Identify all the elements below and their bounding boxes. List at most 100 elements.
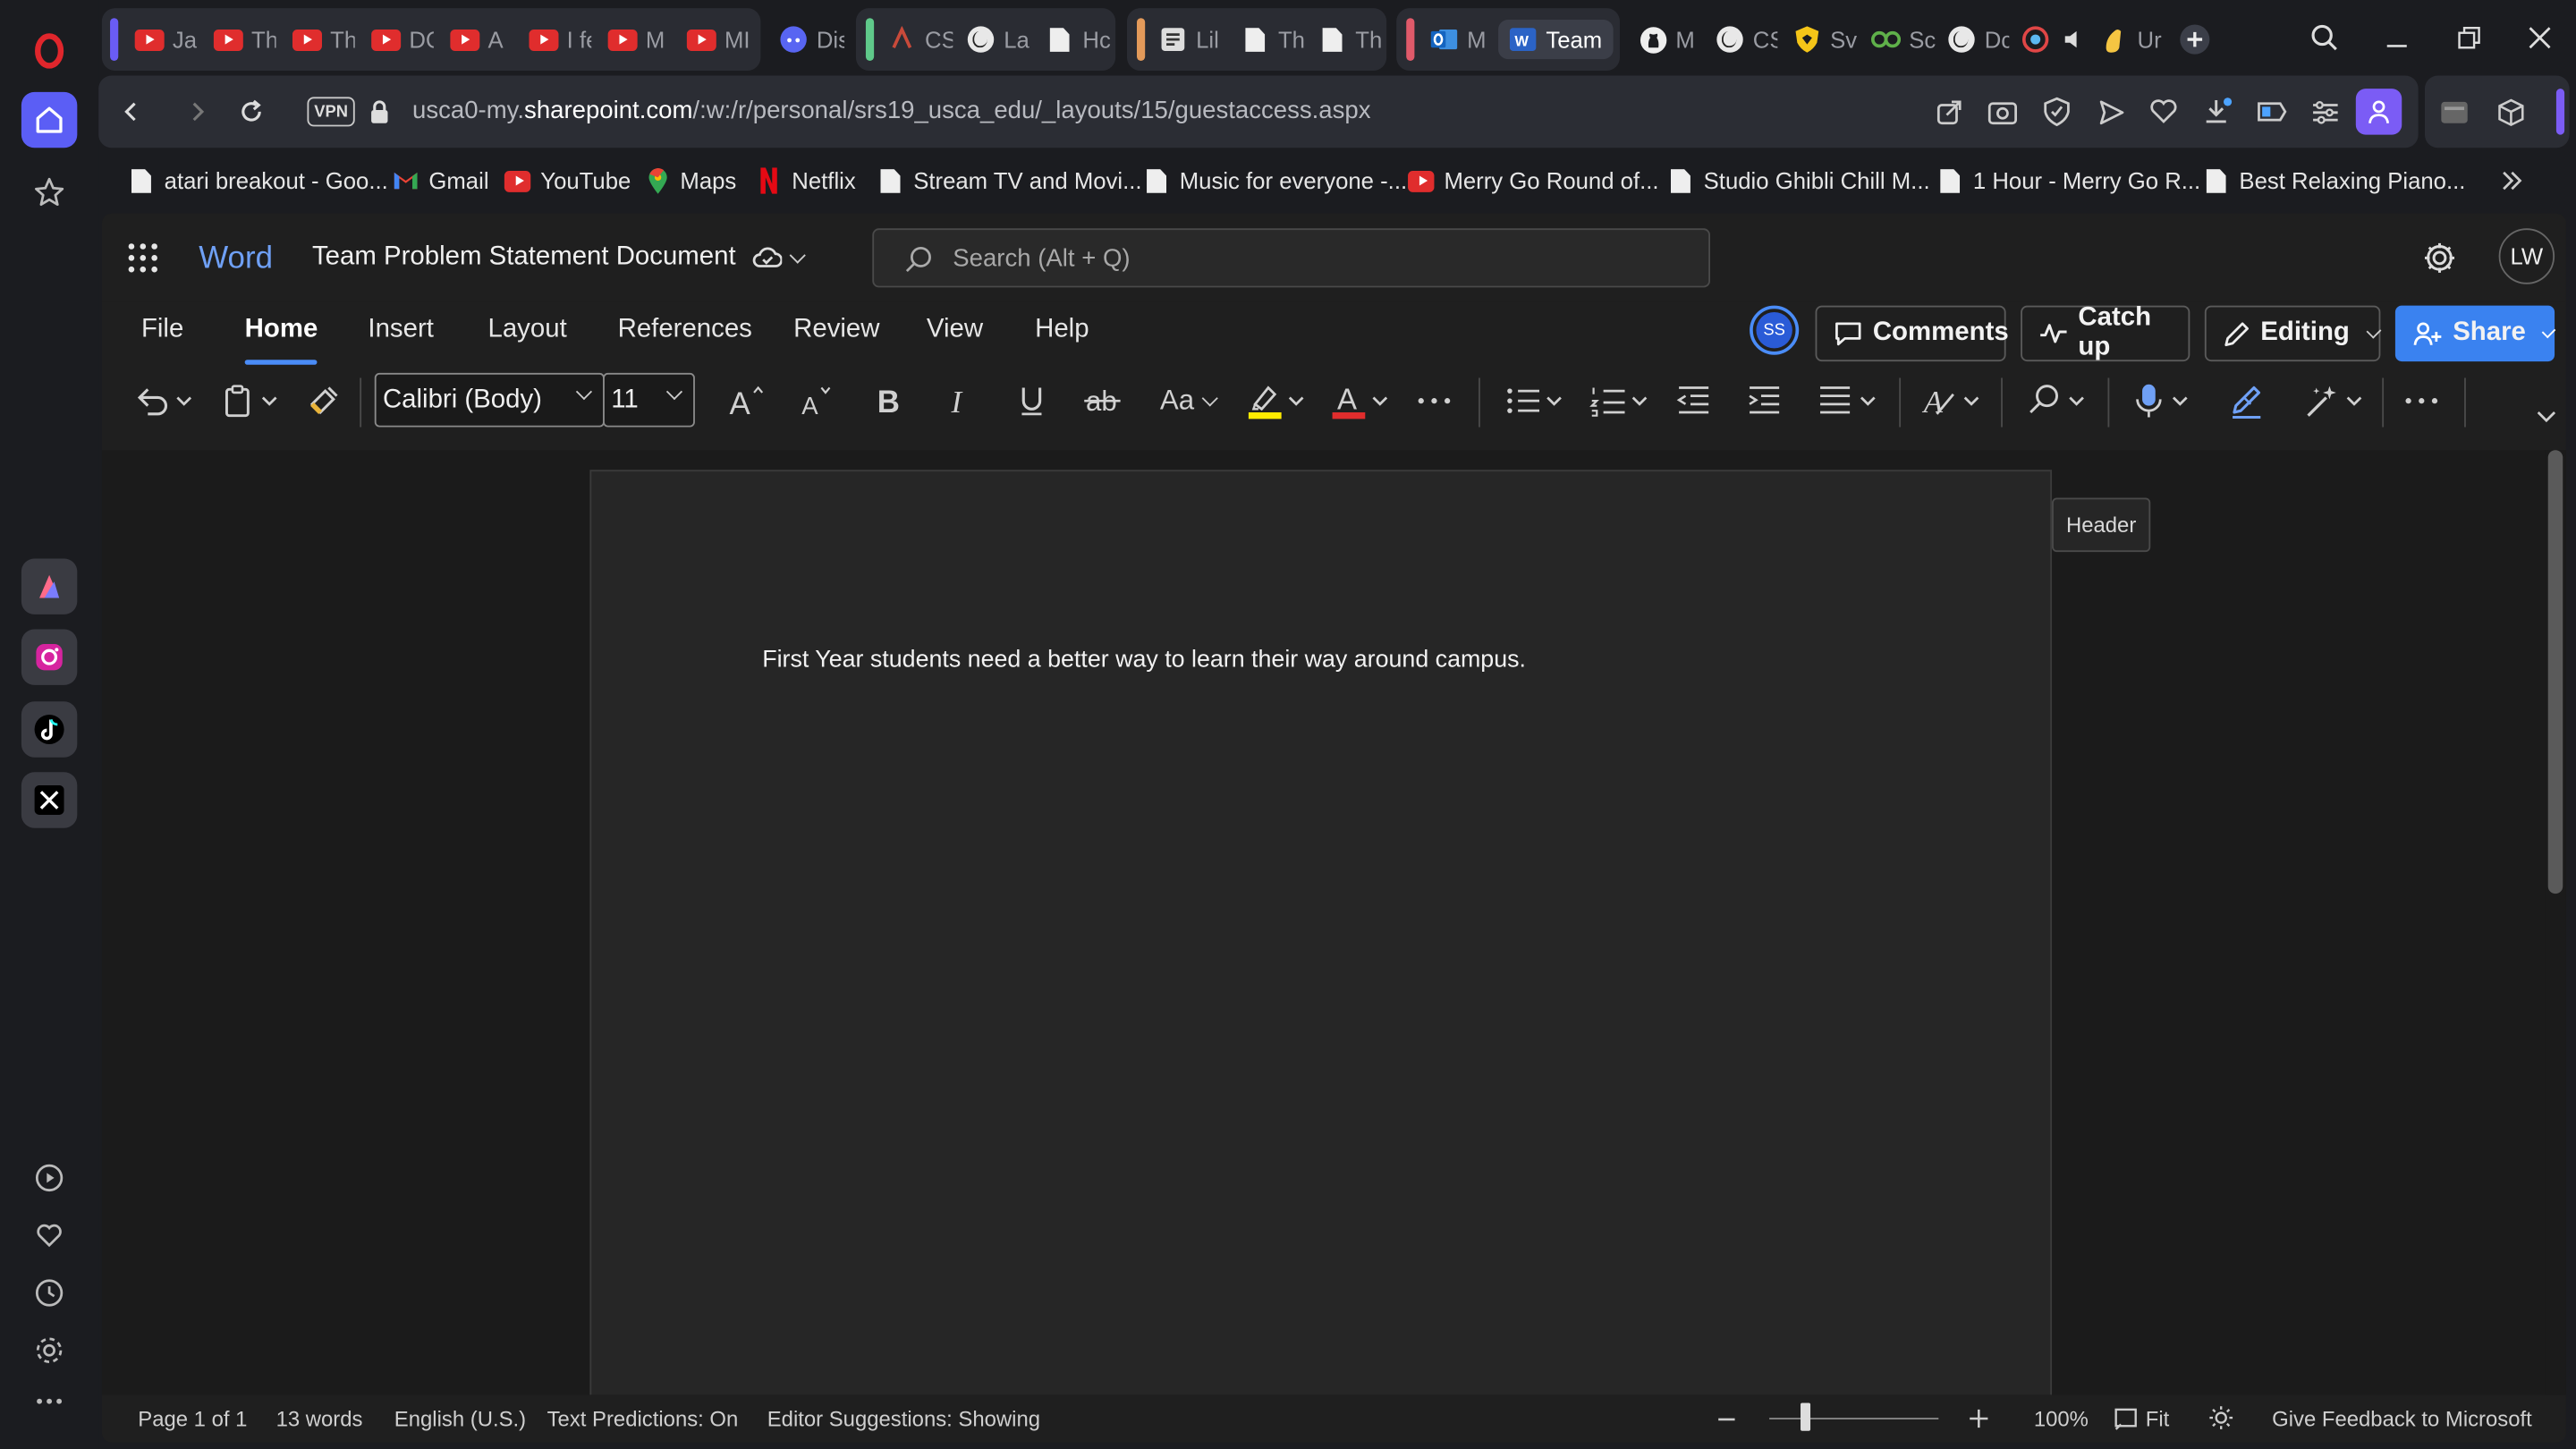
alignment-button[interactable] <box>1816 377 1881 423</box>
back-button[interactable] <box>112 92 151 131</box>
profile-icon[interactable] <box>2355 89 2402 135</box>
highlight-color-button[interactable] <box>1243 377 1309 423</box>
url-field[interactable]: usca0-my.sharepoint.com/:w:/r/personal/s… <box>412 97 1370 124</box>
bookmark-item[interactable]: 1 Hour - Merry Go R... <box>1936 165 2200 198</box>
bold-button[interactable]: B <box>868 377 911 423</box>
bookmark-item[interactable]: Music for everyone -... <box>1143 165 1407 198</box>
player-icon[interactable] <box>21 1150 77 1206</box>
decrease-indent-icon[interactable] <box>1673 377 1716 423</box>
extensions-cube-icon[interactable] <box>2490 92 2529 131</box>
catch-up-button[interactable]: Catch up <box>2021 304 2190 362</box>
tab-references[interactable]: References <box>618 316 752 345</box>
browser-tab[interactable]: La <box>966 20 1031 59</box>
bookmark-item[interactable]: atari breakout - Goo... <box>128 165 388 198</box>
app-launcher-icon[interactable] <box>126 242 159 275</box>
change-case-button[interactable]: Aa <box>1153 377 1222 423</box>
font-size-select[interactable]: 11 <box>603 372 695 428</box>
browser-tab[interactable]: Ur <box>2099 20 2165 59</box>
document-body-text[interactable]: First Year students need a better way to… <box>762 648 1526 674</box>
browser-tab[interactable]: Lil <box>1158 20 1227 59</box>
comments-button[interactable]: Comments <box>1815 305 2009 362</box>
browser-tab[interactable]: M <box>1429 20 1495 59</box>
browser-tab[interactable]: A <box>450 20 513 59</box>
history-icon[interactable] <box>21 1265 77 1320</box>
document-page[interactable]: First Year students need a better way to… <box>589 470 2053 1407</box>
tab-view[interactable]: View <box>927 316 983 345</box>
new-tab-button[interactable] <box>2178 20 2214 59</box>
browser-tab[interactable]: Sv <box>1792 20 1858 59</box>
tab-layout[interactable]: Layout <box>487 316 566 345</box>
italic-button[interactable]: I <box>938 377 981 423</box>
zoom-level[interactable]: 100% <box>2034 1406 2089 1431</box>
vertical-scrollbar[interactable] <box>2545 450 2566 1395</box>
bookmark-item[interactable]: Studio Ghibli Chill M... <box>1667 165 1930 198</box>
x-twitter-icon[interactable] <box>21 772 78 828</box>
browser-tab-active[interactable]: W Team <box>1498 20 1614 60</box>
browser-tab[interactable]: Dc <box>1946 20 2009 59</box>
lock-icon[interactable] <box>360 92 399 131</box>
format-painter-icon[interactable] <box>302 377 345 423</box>
reload-button[interactable] <box>232 92 271 131</box>
restore-button[interactable] <box>2443 13 2496 63</box>
browser-tab[interactable]: Ja <box>134 20 198 59</box>
battery-saver-icon[interactable] <box>2252 92 2292 131</box>
zoom-out-icon[interactable] <box>1716 1410 1736 1429</box>
browser-tab[interactable]: Th <box>213 20 276 59</box>
browser-tab[interactable]: M <box>1638 20 1700 59</box>
styles-button[interactable]: A <box>1919 377 1984 423</box>
browser-tab[interactable]: DC <box>371 20 434 59</box>
browser-tab[interactable]: Dis <box>779 20 844 59</box>
zoom-in-icon[interactable] <box>1968 1408 1989 1429</box>
downloads-icon[interactable] <box>2199 92 2238 131</box>
scrollbar-thumb[interactable] <box>2547 450 2563 894</box>
tab-search-icon[interactable] <box>2299 13 2351 63</box>
tab-review[interactable]: Review <box>793 316 879 345</box>
designer-button[interactable] <box>2301 377 2367 423</box>
collaborator-avatar[interactable]: SS <box>1750 305 1800 355</box>
bookmark-item[interactable]: Maps <box>644 165 736 198</box>
aria-icon[interactable] <box>21 558 78 614</box>
browser-tab[interactable]: CS <box>1716 20 1777 59</box>
settings-icon[interactable] <box>21 1323 77 1378</box>
easy-setup-icon[interactable] <box>2305 92 2344 131</box>
tiktok-icon[interactable] <box>21 701 78 758</box>
settings-gear-icon[interactable] <box>2421 240 2457 275</box>
strikethrough-button[interactable]: ab <box>1081 377 1124 423</box>
bullets-button[interactable] <box>1502 377 1567 423</box>
home-icon[interactable] <box>21 91 78 148</box>
tab-home[interactable]: Home <box>244 316 319 365</box>
shrink-font-icon[interactable]: A <box>793 377 839 423</box>
ribbon-expand-icon[interactable] <box>2533 404 2559 430</box>
search-box[interactable]: Search (Alt + Q) <box>872 228 1711 288</box>
vpn-badge[interactable]: VPN <box>307 97 355 127</box>
share-button[interactable]: Share <box>2394 305 2556 362</box>
bookmark-heart-icon[interactable] <box>2144 92 2183 131</box>
heart-icon[interactable] <box>21 1208 77 1263</box>
media-tab[interactable] <box>2021 20 2093 59</box>
bookmark-item[interactable]: YouTube <box>504 165 631 198</box>
snapshot-icon[interactable] <box>1983 92 2022 131</box>
share-page-icon[interactable] <box>1928 92 1968 131</box>
send-icon[interactable] <box>2091 92 2131 131</box>
browser-tab[interactable]: CS <box>887 20 953 59</box>
editor-suggestions[interactable]: Editor Suggestions: Showing <box>767 1406 1040 1431</box>
bookmark-item[interactable]: Merry Go Round of... <box>1408 165 1659 198</box>
word-count[interactable]: 13 words <box>276 1406 363 1431</box>
star-icon[interactable] <box>21 165 77 220</box>
tab-file[interactable]: File <box>141 316 183 345</box>
editing-mode-button[interactable]: Editing <box>2204 305 2382 362</box>
browser-tab[interactable]: I fe <box>529 20 591 59</box>
font-name-select[interactable]: Calibri (Body) <box>374 372 605 428</box>
browser-tab[interactable]: Th <box>1241 20 1306 59</box>
browser-tab[interactable]: Sc <box>1871 20 1936 59</box>
bookmark-item[interactable]: Gmail <box>393 165 489 198</box>
zoom-slider-thumb[interactable] <box>1801 1402 1811 1431</box>
undo-button[interactable] <box>128 377 197 423</box>
bookmarks-overflow-icon[interactable] <box>2500 165 2523 198</box>
brightness-icon[interactable] <box>2208 1404 2234 1430</box>
browser-tab[interactable]: MI <box>686 20 752 59</box>
browser-tab[interactable]: Hc <box>1045 20 1111 59</box>
bookmark-item[interactable]: Netflix <box>756 165 856 198</box>
browser-tab[interactable]: M <box>607 20 671 59</box>
paste-button[interactable] <box>216 377 282 423</box>
